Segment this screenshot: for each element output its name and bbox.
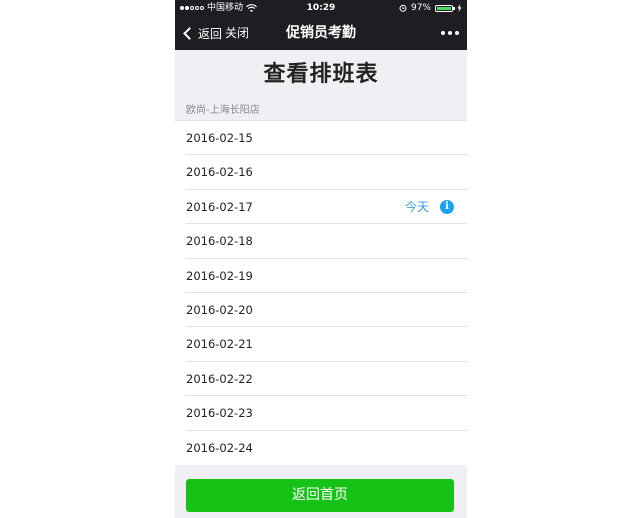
today-label: 今天	[404, 199, 429, 214]
schedule-date: 2016-02-20	[186, 302, 253, 317]
schedule-row[interactable]: 2016-02-22	[175, 362, 467, 397]
back-button[interactable]: 返回	[182, 16, 222, 50]
schedule-row[interactable]: 2016-02-23	[175, 396, 467, 431]
nav-bar: 返回 关闭 促销员考勤	[175, 16, 467, 50]
schedule-row[interactable]: 2016-02-16	[175, 155, 467, 191]
battery-icon	[435, 4, 455, 12]
schedule-date: 2016-02-23	[186, 406, 253, 421]
more-menu-button[interactable]	[441, 16, 459, 50]
schedule-row[interactable]: 2016-02-19	[175, 259, 467, 294]
schedule-date: 2016-02-19	[186, 268, 253, 283]
schedule-row[interactable]: 2016-02-20	[175, 293, 467, 328]
carrier-name: 中国移动	[207, 3, 244, 13]
more-dots-icon	[441, 31, 445, 35]
schedule-date: 2016-02-18	[186, 234, 253, 249]
status-bar: 中国移动 10:29 97%	[175, 0, 467, 16]
schedule-date: 2016-02-16	[186, 165, 253, 180]
schedule-heading: 查看排班表	[263, 62, 379, 87]
status-left: 中国移动	[180, 0, 257, 16]
wifi-icon	[246, 4, 257, 12]
status-right: 97%	[399, 0, 462, 16]
back-to-home-button[interactable]: 返回首页	[186, 479, 454, 512]
info-icon[interactable]: i	[440, 199, 454, 214]
charging-icon	[457, 4, 462, 12]
schedule-row[interactable]: 2016-02-15	[175, 121, 467, 156]
store-name: 欧尚-上海长阳店	[186, 105, 260, 116]
close-button[interactable]: 关闭	[225, 16, 249, 50]
chevron-left-icon	[183, 26, 196, 40]
schedule-row[interactable]: 2016-02-18	[175, 224, 467, 259]
battery-percent: 97%	[410, 3, 431, 13]
back-label: 返回	[198, 26, 223, 41]
schedule-date: 2016-02-17	[186, 199, 253, 214]
signal-strength-icon	[180, 6, 204, 10]
schedule-row[interactable]: 2016-02-24	[175, 431, 467, 465]
schedule-row[interactable]: 2016-02-17 今天 i	[175, 190, 467, 225]
schedule-date: 2016-02-24	[186, 440, 253, 455]
alarm-icon	[399, 4, 407, 12]
schedule-date: 2016-02-15	[186, 131, 253, 145]
schedule-row[interactable]: 2016-02-21	[175, 327, 467, 363]
phone-screen: 中国移动 10:29 97% 返回 关闭 促销员考勤 查看排班表 欧尚-上海长阳…	[175, 0, 467, 518]
schedule-date: 2016-02-22	[186, 371, 253, 386]
schedule-list: 2016-02-15 2016-02-16 2016-02-17 今天 i 2016-02…	[175, 120, 467, 465]
schedule-date: 2016-02-21	[186, 337, 253, 352]
